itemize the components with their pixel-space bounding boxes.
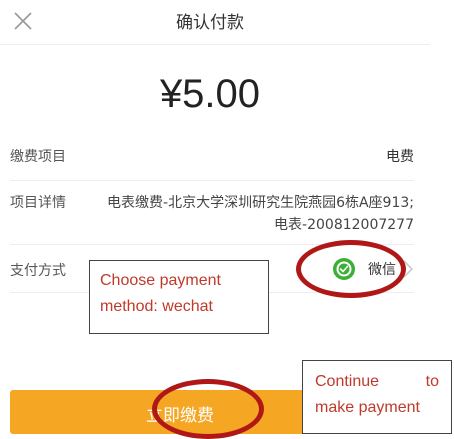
callout-continue-word2: to [425, 373, 439, 390]
top-bar: 确认付款 [0, 0, 430, 45]
callout-continue-line1: Continue to [315, 369, 439, 395]
callout-continue-line2: make payment [315, 399, 420, 416]
callout-choose-payment: Choose payment method: wechat [89, 260, 269, 334]
item-detail-value: 电表缴费-北京大学深圳研究生院燕园6栋A座913; 电表-20081200727… [107, 192, 414, 236]
fee-item-label: 缴费项目 [10, 149, 66, 165]
fee-item-value: 电费 [386, 149, 414, 165]
highlight-ellipse-payment-method [296, 240, 406, 298]
item-detail-label: 项目详情 [10, 195, 66, 211]
payment-method-label: 支付方式 [10, 263, 66, 279]
highlight-ellipse-pay-button [152, 379, 264, 439]
fee-item-row: 缴费项目 电费 [10, 132, 414, 181]
page-title: 确认付款 [176, 13, 244, 33]
item-detail-row: 项目详情 电表缴费-北京大学深圳研究生院燕园6栋A座913; 电表-200812… [10, 180, 414, 245]
item-detail-line1: 电表缴费-北京大学深圳研究生院燕园6栋A座913; [107, 195, 414, 211]
callout-choose-line2: method: wechat [100, 298, 213, 315]
callout-choose-line1: Choose payment [100, 272, 221, 289]
item-detail-line2: 电表-200812007277 [274, 217, 414, 233]
callout-continue-payment: Continue to make payment [302, 360, 452, 434]
callout-continue-word1: Continue [315, 373, 380, 390]
payment-amount: ¥5.00 [159, 72, 261, 116]
